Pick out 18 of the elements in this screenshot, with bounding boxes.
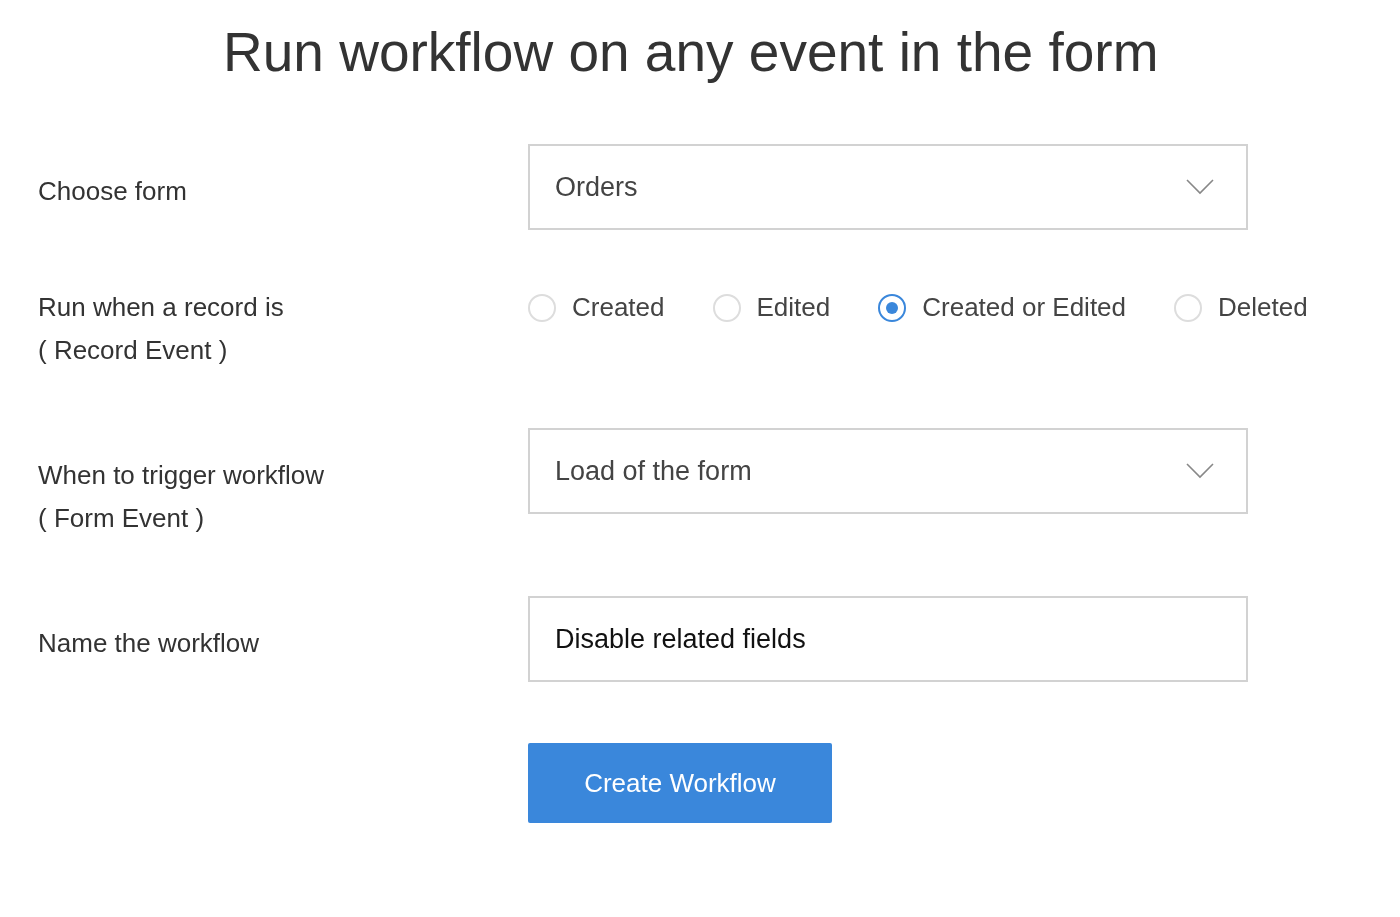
field-label: Choose form xyxy=(38,175,188,208)
radio-button[interactable] xyxy=(878,293,907,322)
create-workflow-button[interactable]: Create Workflow xyxy=(528,743,832,823)
radio-option[interactable]: Deleted xyxy=(1174,292,1308,323)
page-title: Run workflow on any event in the form xyxy=(223,20,1160,85)
field-sublabel: ( Form Event ) xyxy=(38,502,206,535)
field-label: When to trigger workflow xyxy=(38,459,326,492)
field-label: Name the workflow xyxy=(38,627,261,660)
chevron-down-icon xyxy=(1186,463,1214,479)
field-label: Run when a record is xyxy=(38,291,285,324)
field-sublabel: ( Record Event ) xyxy=(38,334,229,367)
radio-option[interactable]: Edited xyxy=(712,292,831,323)
radio-option[interactable]: Created xyxy=(528,292,665,323)
radio-option[interactable]: Created or Edited xyxy=(878,292,1127,323)
select-dropdown[interactable]: Load of the form xyxy=(528,428,1248,514)
chevron-down-icon xyxy=(1186,179,1214,195)
select-dropdown[interactable]: Orders xyxy=(528,144,1248,230)
name-input-field[interactable]: Disable related fields xyxy=(528,596,1248,682)
